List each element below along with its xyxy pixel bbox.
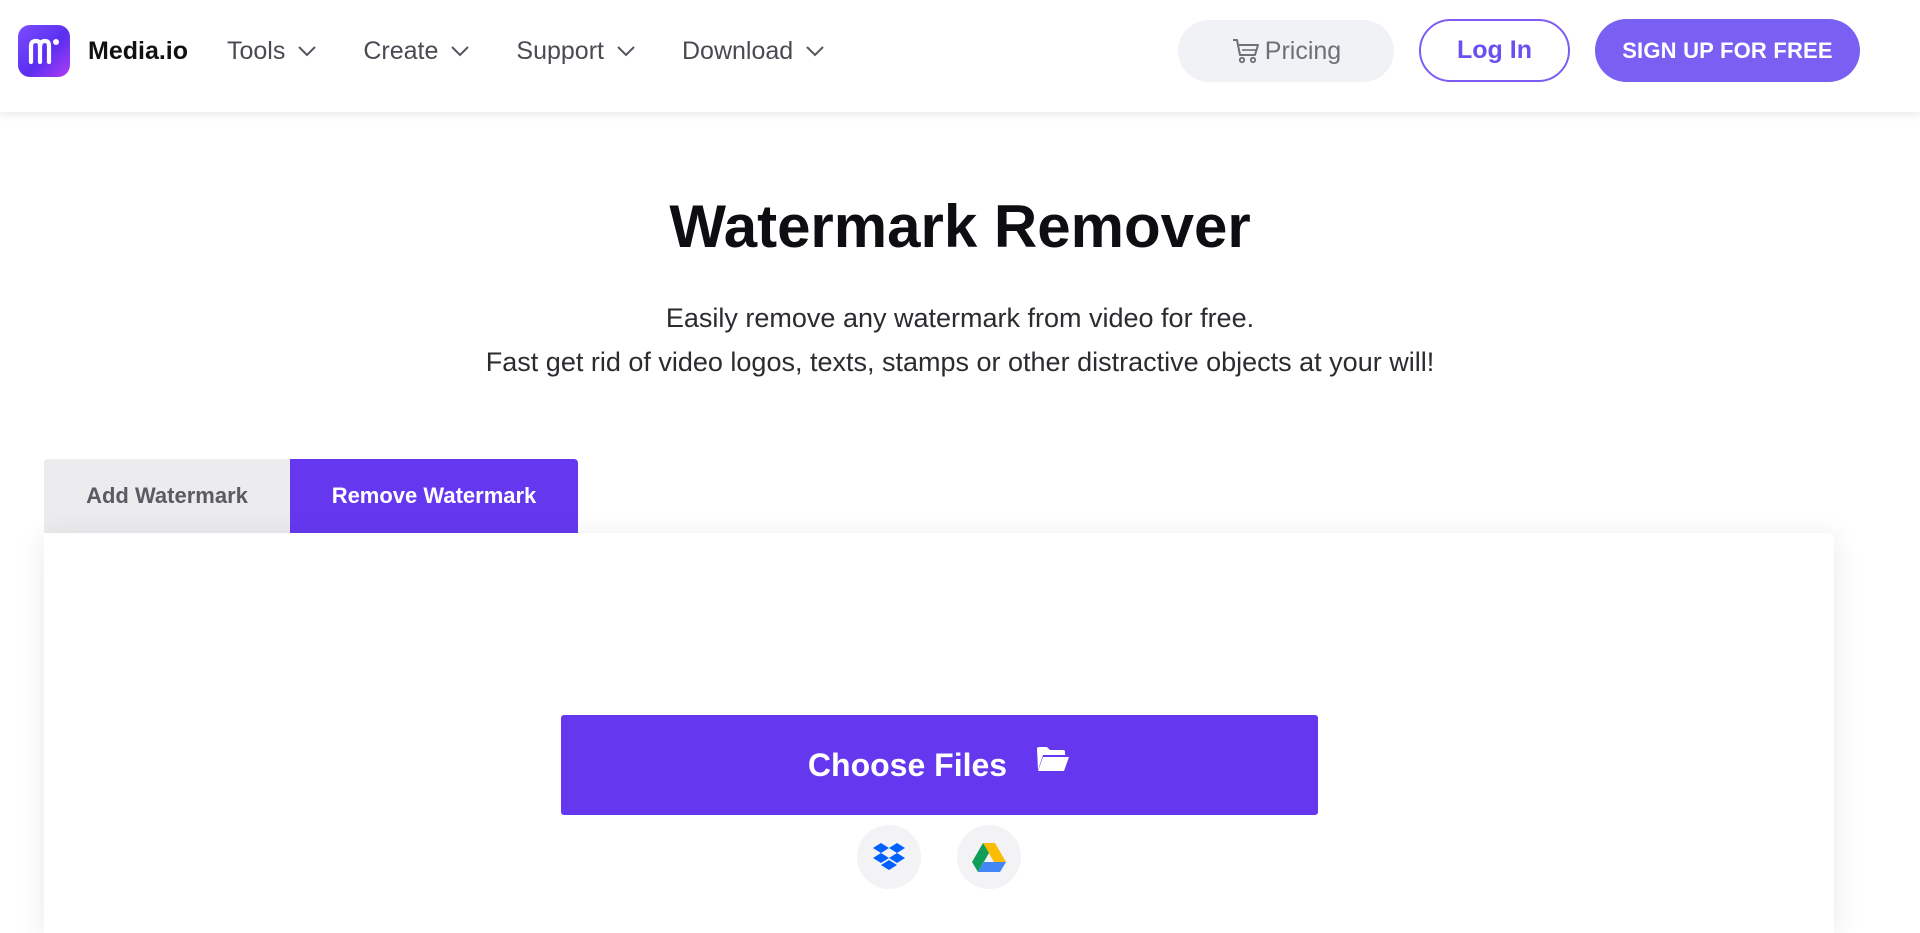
chevron-down-icon xyxy=(298,46,317,57)
brand-logo[interactable]: Media.io xyxy=(18,25,188,77)
pricing-button[interactable]: Pricing xyxy=(1178,20,1394,82)
page-title: Watermark Remover xyxy=(669,193,1251,260)
google-drive-icon xyxy=(972,843,1006,872)
pricing-label: Pricing xyxy=(1264,36,1342,65)
nav-create-label: Create xyxy=(363,36,439,65)
chevron-down-icon xyxy=(617,46,635,57)
tab-add-watermark-label: Add Watermark xyxy=(86,483,248,508)
media-io-logo-icon xyxy=(18,25,70,77)
choose-files-label: Choose Files xyxy=(807,746,1008,783)
folder-icon xyxy=(1037,747,1070,771)
choose-files-button[interactable]: Choose Files xyxy=(561,715,1318,815)
dropbox-upload-button[interactable] xyxy=(857,825,921,889)
google-drive-upload-button[interactable] xyxy=(957,825,1021,889)
tab-remove-watermark-label: Remove Watermark xyxy=(331,483,537,508)
shopping-cart-icon xyxy=(1232,39,1259,64)
nav-support-label: Support xyxy=(516,36,604,65)
nav-download[interactable]: Download xyxy=(682,37,825,66)
brand-name: Media.io xyxy=(88,36,189,65)
signup-button[interactable]: SIGN UP FOR FREE xyxy=(1595,19,1860,82)
nav-tools-label: Tools xyxy=(227,36,286,65)
tab-add-watermark[interactable]: Add Watermark xyxy=(44,459,290,533)
chevron-down-icon xyxy=(806,46,824,57)
chevron-down-icon xyxy=(451,46,470,57)
nav-download-label: Download xyxy=(681,36,794,65)
dropbox-icon xyxy=(873,843,905,870)
nav-support[interactable]: Support xyxy=(516,37,636,66)
page-subtitle-line-2: Fast get rid of video logos, texts, stam… xyxy=(485,347,1435,377)
login-label: Log In xyxy=(1457,36,1532,64)
nav-create[interactable]: Create xyxy=(363,37,470,66)
tab-remove-watermark[interactable]: Remove Watermark xyxy=(290,459,578,533)
signup-label: SIGN UP FOR FREE xyxy=(1622,37,1833,63)
top-navigation-bar: Media.io Tools Create Support Download P… xyxy=(0,0,1920,112)
page-subtitle-line-1: Easily remove any watermark from video f… xyxy=(665,303,1255,333)
login-button[interactable]: Log In xyxy=(1419,19,1570,82)
main-nav: Tools Create Support Download xyxy=(227,32,871,70)
nav-tools[interactable]: Tools xyxy=(227,37,317,66)
